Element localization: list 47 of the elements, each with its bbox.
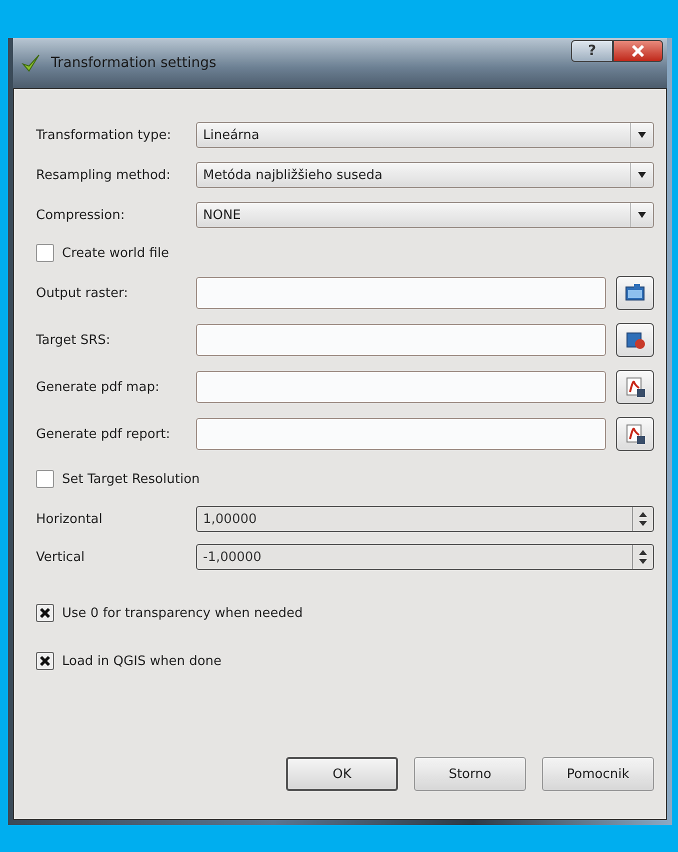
field-label: Generate pdf map:: [36, 380, 160, 394]
pdf-icon: [624, 376, 646, 398]
help-button[interactable]: ?: [571, 40, 613, 62]
checkbox[interactable]: [36, 652, 54, 670]
close-button[interactable]: [613, 40, 663, 62]
field-label: Compression:: [36, 208, 126, 222]
window-title: Transformation settings: [51, 55, 218, 71]
spin-arrows-icon: [638, 511, 648, 527]
field-label: Target SRS:: [36, 332, 112, 348]
browse-button[interactable]: [616, 417, 654, 451]
caret-icon: [637, 212, 647, 218]
browse-button[interactable]: [616, 276, 654, 310]
field-label: Generate pdf report:: [36, 426, 172, 442]
field-label: Horizontal: [36, 512, 104, 526]
field-label: Resampling method:: [36, 168, 172, 182]
dropdown[interactable]: NONE: [196, 202, 654, 228]
dialog-button[interactable]: OK: [286, 757, 398, 791]
text-input[interactable]: [196, 324, 606, 356]
checkbox-label: Create world file: [62, 246, 170, 260]
cross-mark-icon: [39, 655, 51, 667]
browse-button[interactable]: [616, 370, 654, 404]
checkbox-label: Load in QGIS when done: [62, 654, 222, 668]
browse-button[interactable]: [616, 323, 654, 357]
checkbox[interactable]: [36, 244, 54, 262]
dialog-button[interactable]: Storno: [414, 757, 526, 791]
spin-arrows-icon: [638, 549, 648, 565]
text-input[interactable]: [196, 371, 606, 403]
field-label: Output raster:: [36, 286, 129, 300]
dropdown[interactable]: Lineárna: [196, 122, 654, 148]
checkbox[interactable]: [36, 604, 54, 622]
checkbox-label: Set Target Resolution: [62, 472, 200, 486]
check-icon: [21, 53, 41, 73]
checkbox-label: Use 0 for transparency when needed: [62, 606, 303, 620]
text-input[interactable]: [196, 277, 606, 309]
caret-icon: [637, 172, 647, 178]
pdf-icon: [624, 423, 646, 445]
spin-box[interactable]: 1,00000: [196, 506, 654, 532]
field-label: Vertical: [36, 550, 86, 564]
cross-mark-icon: [39, 607, 51, 619]
text-input[interactable]: [196, 418, 606, 450]
field-label: Transformation type:: [36, 128, 172, 142]
close-icon: [631, 45, 645, 57]
spin-box[interactable]: -1,00000: [196, 544, 654, 570]
caret-icon: [637, 132, 647, 138]
dialog-button[interactable]: Pomocnik: [542, 757, 654, 791]
dropdown[interactable]: Metóda najbližšieho suseda: [196, 162, 654, 188]
checkbox[interactable]: [36, 470, 54, 488]
